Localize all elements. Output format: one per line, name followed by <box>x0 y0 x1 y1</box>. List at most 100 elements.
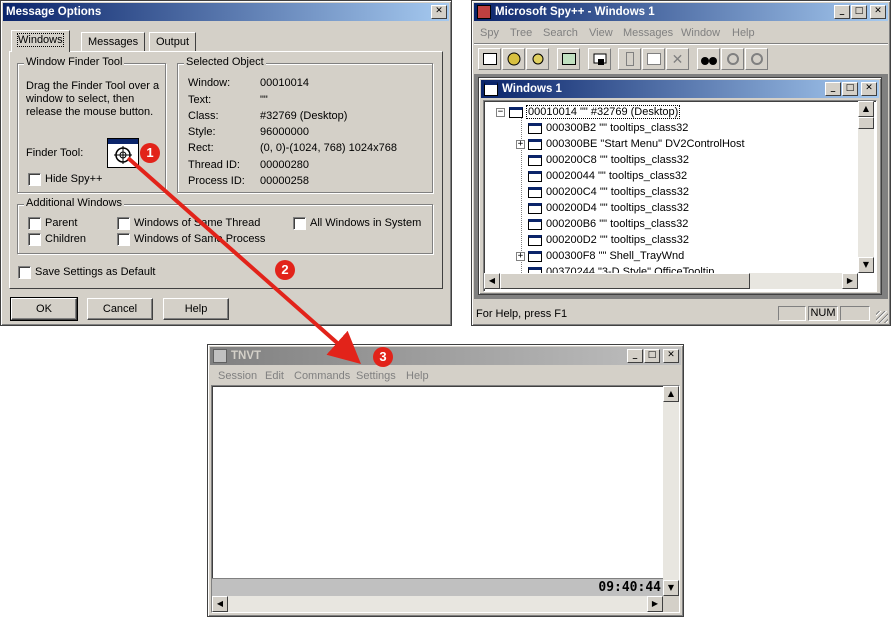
tab-output[interactable]: Output <box>149 32 197 52</box>
window-tree[interactable]: − 00010014 "" #32769 (Desktop) 000300B2 … <box>483 100 877 292</box>
all-windows-checkbox[interactable] <box>293 217 306 230</box>
message-options-titlebar[interactable]: Message Options <box>3 3 449 21</box>
menu-window[interactable]: Window <box>681 27 720 39</box>
field-value-thread-id: 00000280 <box>260 159 309 171</box>
tree-hscroll-thumb[interactable] <box>500 273 750 289</box>
window-icon <box>528 234 542 246</box>
tnvt-menu-settings[interactable]: Settings <box>356 370 396 382</box>
spy-title: Microsoft Spy++ - Windows 1 <box>495 6 655 18</box>
tnvt-titlebar[interactable]: TNVT <box>210 347 681 365</box>
scroll-down-icon[interactable]: ▼ <box>858 257 874 273</box>
tree-expander-tray[interactable]: + <box>516 252 525 261</box>
additional-windows-group-title: Additional Windows <box>24 197 124 209</box>
tree-row-9[interactable]: 000300F8 "" Shell_TrayWnd <box>528 248 684 264</box>
threads-icon[interactable] <box>526 48 549 70</box>
finder-instructions-line-2: window to select, then <box>26 93 135 105</box>
window-icon <box>509 106 523 118</box>
properties-icon[interactable] <box>618 48 641 70</box>
tree-row-1[interactable]: 000300B2 "" tooltips_class32 <box>528 120 688 136</box>
windows-1-titlebar[interactable]: Windows 1 <box>481 80 879 98</box>
menu-messages[interactable]: Messages <box>623 27 673 39</box>
field-label-style: Style: <box>188 126 216 138</box>
tree-row-4[interactable]: 00020044 "" tooltips_class32 <box>528 168 687 184</box>
tree-expander-start-menu[interactable]: + <box>516 140 525 149</box>
tnvt-menu-session[interactable]: Session <box>218 370 257 382</box>
find-window-icon[interactable] <box>588 48 611 70</box>
menu-help[interactable]: Help <box>732 27 755 39</box>
tree-row-0[interactable]: 00010014 "" #32769 (Desktop) <box>509 104 681 120</box>
spy-titlebar[interactable]: Microsoft Spy++ - Windows 1 <box>474 3 888 21</box>
log-messages-icon[interactable] <box>557 48 580 70</box>
scroll-up-icon[interactable]: ▲ <box>663 386 679 402</box>
menu-tree[interactable]: Tree <box>510 27 532 39</box>
processes-icon[interactable] <box>502 48 525 70</box>
callout-1: 1 <box>140 143 160 163</box>
scroll-left-icon[interactable]: ◀ <box>212 596 228 612</box>
terminal-vscroll-track[interactable] <box>663 386 679 596</box>
scroll-left-icon[interactable]: ◀ <box>484 273 500 289</box>
tnvt-close-icon[interactable]: ✕ <box>663 349 679 363</box>
parent-checkbox[interactable] <box>28 217 41 230</box>
tree-row-8[interactable]: 000200D2 "" tooltips_class32 <box>528 232 689 248</box>
window-icon <box>528 202 542 214</box>
tree-row-3[interactable]: 000200C8 "" tooltips_class32 <box>528 152 689 168</box>
terminal-hscroll-track[interactable] <box>212 596 663 612</box>
child-title: Windows 1 <box>502 83 562 95</box>
find-next-icon[interactable] <box>721 48 744 70</box>
window-icon <box>528 138 542 150</box>
child-maximize-icon[interactable]: □ <box>842 82 858 96</box>
window-finder-group-title: Window Finder Tool <box>24 56 125 68</box>
spy-window: Microsoft Spy++ - Windows 1 _ □ ✕ Spy Tr… <box>471 0 891 326</box>
menu-search[interactable]: Search <box>543 27 578 39</box>
close-icon[interactable]: ✕ <box>870 5 886 19</box>
window-icon <box>528 218 542 230</box>
tab-windows[interactable]: Windows <box>11 30 70 52</box>
menu-view[interactable]: View <box>589 27 613 39</box>
maximize-icon[interactable]: □ <box>851 5 867 19</box>
scroll-right-icon[interactable]: ▶ <box>842 273 858 289</box>
cancel-button[interactable]: Cancel <box>87 298 153 320</box>
size-grip-icon[interactable] <box>876 311 888 323</box>
save-default-checkbox[interactable] <box>18 266 31 279</box>
tree-vscroll-thumb[interactable] <box>858 117 874 129</box>
tree-expander-root[interactable]: − <box>496 108 505 117</box>
child-minimize-icon[interactable]: _ <box>825 82 841 96</box>
same-thread-checkbox[interactable] <box>117 217 130 230</box>
delete-icon[interactable]: ✕ <box>666 48 689 70</box>
hide-spy-checkbox[interactable] <box>28 173 41 186</box>
finder-tool-icon[interactable] <box>107 138 139 168</box>
terminal-clock: 09:40:44 <box>598 580 661 595</box>
ok-button[interactable]: OK <box>10 297 78 321</box>
scroll-up-icon[interactable]: ▲ <box>858 101 874 117</box>
scroll-right-icon[interactable]: ▶ <box>647 596 663 612</box>
field-label-process-id: Process ID: <box>188 175 245 187</box>
find-icon[interactable] <box>697 48 720 70</box>
tree-row-6[interactable]: 000200D4 "" tooltips_class32 <box>528 200 689 216</box>
tab-messages[interactable]: Messages <box>81 32 146 52</box>
minimize-icon[interactable]: _ <box>834 5 850 19</box>
find-prev-icon[interactable] <box>745 48 768 70</box>
tree-row-5[interactable]: 000200C4 "" tooltips_class32 <box>528 184 689 200</box>
message-options-icon[interactable] <box>642 48 665 70</box>
child-close-icon[interactable]: ✕ <box>861 82 877 96</box>
field-label-rect: Rect: <box>188 142 214 154</box>
tree-row-7[interactable]: 000200B6 "" tooltips_class32 <box>528 216 688 232</box>
tnvt-menu-commands[interactable]: Commands <box>294 370 350 382</box>
tnvt-maximize-icon[interactable]: □ <box>644 349 660 363</box>
window-icon <box>528 154 542 166</box>
field-value-class: #32769 (Desktop) <box>260 110 348 122</box>
windows-view-icon[interactable] <box>478 48 501 70</box>
tree-row-2[interactable]: 000300BE "Start Menu" DV2ControlHost <box>528 136 745 152</box>
tnvt-menu-help[interactable]: Help <box>406 370 429 382</box>
children-checkbox[interactable] <box>28 233 41 246</box>
menu-spy[interactable]: Spy <box>480 27 499 39</box>
callout-3: 3 <box>373 347 393 367</box>
same-process-checkbox[interactable] <box>117 233 130 246</box>
terminal-screen[interactable]: ▲ ▼ 09:40:44 ◀ ▶ <box>211 385 680 613</box>
close-icon[interactable]: ✕ <box>431 5 447 19</box>
help-button[interactable]: Help <box>163 298 229 320</box>
scroll-down-icon[interactable]: ▼ <box>663 580 679 596</box>
tnvt-menu-edit[interactable]: Edit <box>265 370 284 382</box>
tnvt-minimize-icon[interactable]: _ <box>627 349 643 363</box>
selected-object-group-title: Selected Object <box>184 56 266 68</box>
